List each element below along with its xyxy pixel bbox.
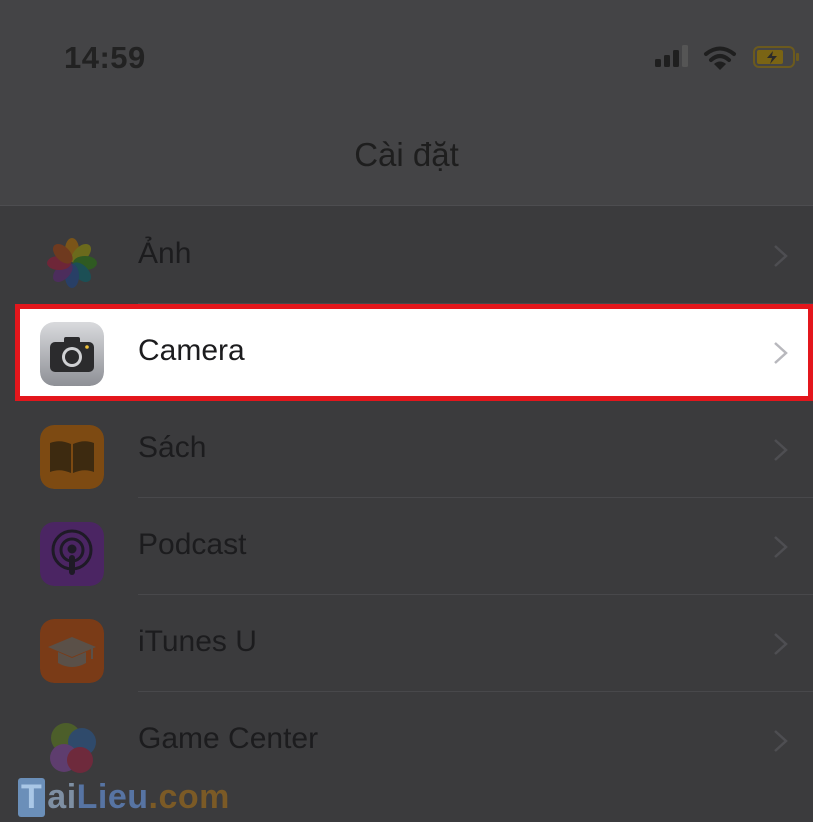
settings-item-camera[interactable]: Camera xyxy=(0,304,813,401)
watermark-lieu: Lieu xyxy=(76,778,149,816)
status-bar: 14:59 xyxy=(0,0,813,100)
highlight-box xyxy=(15,304,813,401)
nav-bar: Cài đặt xyxy=(0,100,813,206)
chevron-right-icon xyxy=(774,439,788,461)
watermark-logo: TaiLieu.com xyxy=(18,778,230,817)
chevron-right-icon xyxy=(774,633,788,655)
settings-item-photos[interactable]: Ảnh xyxy=(0,207,813,304)
watermark-com: .com xyxy=(148,778,230,816)
settings-item-books[interactable]: Sách xyxy=(0,401,813,498)
chevron-right-icon xyxy=(774,245,788,267)
settings-item-label: Podcast xyxy=(138,528,247,561)
page-title: Cài đặt xyxy=(354,136,459,173)
chevron-right-icon xyxy=(774,730,788,752)
settings-item-label: Ảnh xyxy=(138,237,192,270)
chevron-right-icon xyxy=(774,342,788,364)
camera-icon xyxy=(40,322,104,386)
podcasts-icon xyxy=(40,522,104,586)
chevron-right-icon xyxy=(774,536,788,558)
game-center-icon xyxy=(50,723,96,773)
signal-icon xyxy=(655,45,688,67)
settings-item-game-center[interactable]: Game Center xyxy=(0,692,813,789)
watermark-ai: ai xyxy=(47,778,77,816)
settings-item-label: Sách xyxy=(138,431,207,464)
settings-item-label: Game Center xyxy=(138,722,319,755)
books-icon xyxy=(40,425,104,489)
itunes-u-icon xyxy=(40,619,104,683)
settings-item-label: iTunes U xyxy=(138,625,257,658)
watermark-t: T xyxy=(18,778,46,817)
photos-icon xyxy=(47,238,97,288)
battery-icon xyxy=(753,46,799,68)
settings-item-itunes-u[interactable]: iTunes U xyxy=(0,595,813,692)
status-time: 14:59 xyxy=(64,40,146,75)
settings-item-podcasts[interactable]: Podcast xyxy=(0,498,813,595)
settings-item-label: Camera xyxy=(138,334,245,367)
wifi-icon xyxy=(704,46,736,70)
